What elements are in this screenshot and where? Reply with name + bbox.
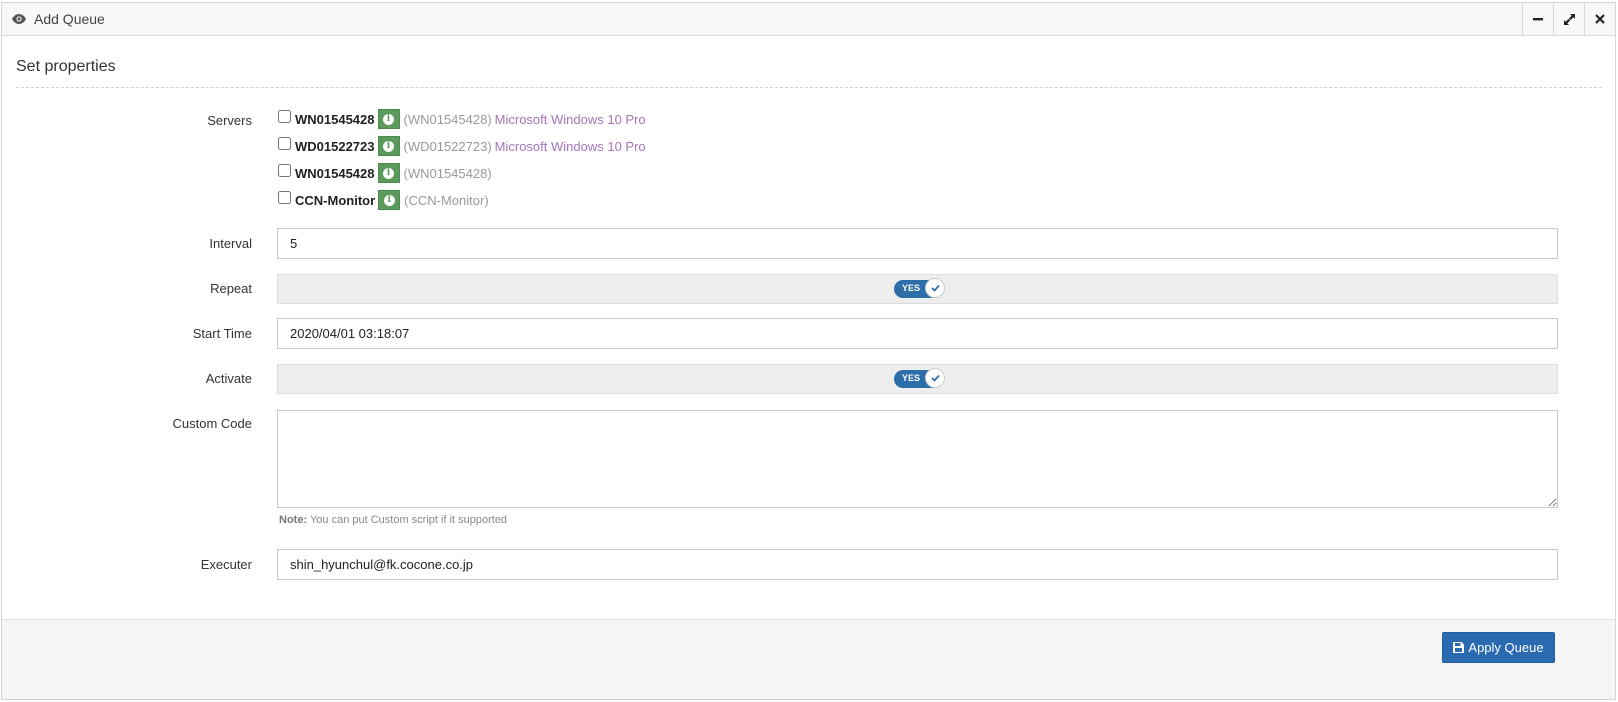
apply-queue-label: Apply Queue	[1468, 640, 1544, 655]
section-divider	[16, 87, 1602, 88]
server-item: WD01522723 i (WD01522723) Microsoft Wind…	[278, 135, 646, 157]
server-checkbox[interactable]	[278, 109, 291, 123]
server-id: (CCN-Monitor)	[404, 192, 489, 208]
server-os: Microsoft Windows 10 Pro	[494, 138, 646, 154]
server-id: (WD01522723)	[403, 138, 492, 154]
repeat-toggle-bar: YES	[277, 274, 1558, 304]
apply-queue-button[interactable]: Apply Queue	[1442, 632, 1555, 663]
info-icon: i	[383, 194, 395, 206]
servers-label: Servers	[207, 113, 252, 128]
activate-toggle[interactable]: YES	[894, 368, 945, 388]
server-item: WN01545428 i (WN01545428) Microsoft Wind…	[278, 108, 646, 130]
expand-icon	[1563, 13, 1575, 25]
repeat-toggle-label: YES	[902, 283, 921, 293]
server-id: (WN01545428)	[403, 165, 492, 181]
interval-input[interactable]: 5	[277, 228, 1558, 259]
server-name: WD01522723	[295, 138, 375, 154]
server-info-button[interactable]: i	[377, 109, 400, 129]
info-icon: i	[383, 140, 394, 152]
server-name: WN01545428	[295, 111, 375, 127]
activate-label: Activate	[205, 371, 252, 386]
panel-footer: Apply Queue	[2, 619, 1615, 699]
save-icon	[1453, 642, 1465, 653]
info-icon: i	[383, 113, 394, 125]
interval-label: Interval	[209, 236, 252, 251]
server-info-button[interactable]: i	[378, 190, 401, 210]
server-name: CCN-Monitor	[295, 192, 376, 208]
panel-header: Add Queue	[2, 3, 1615, 36]
server-checkbox[interactable]	[278, 136, 291, 150]
repeat-label: Repeat	[210, 281, 252, 296]
custom-code-label: Custom Code	[172, 416, 252, 431]
server-info-button[interactable]: i	[377, 136, 400, 156]
section-title: Set properties	[16, 58, 116, 75]
note-text: You can put Custom script if it supporte…	[307, 514, 508, 526]
server-info-button[interactable]: i	[377, 163, 400, 183]
eye-icon	[12, 14, 26, 24]
server-id: (WN01545428)	[403, 111, 492, 127]
custom-code-textarea[interactable]	[277, 410, 1558, 508]
panel-title-text: Add Queue	[34, 11, 105, 27]
info-icon: i	[383, 167, 394, 179]
server-checkbox[interactable]	[278, 190, 291, 204]
server-item: CCN-Monitor i (CCN-Monitor)	[278, 189, 489, 211]
check-icon	[925, 368, 945, 388]
server-item: WN01545428 i (WN01545428)	[278, 162, 492, 184]
start-time-input[interactable]: 2020/04/01 03:18:07	[277, 318, 1558, 349]
check-icon	[925, 278, 945, 298]
repeat-toggle[interactable]: YES	[894, 278, 945, 298]
activate-toggle-bar: YES	[277, 364, 1558, 394]
executer-label: Executer	[200, 557, 252, 572]
server-os: Microsoft Windows 10 Pro	[494, 111, 646, 127]
expand-button[interactable]	[1553, 3, 1584, 35]
server-checkbox[interactable]	[278, 163, 291, 177]
start-time-label: Start Time	[192, 326, 252, 341]
server-name: WN01545428	[295, 165, 375, 181]
custom-code-note: Note: You can put Custom script if it su…	[279, 514, 507, 526]
close-button[interactable]	[1584, 3, 1615, 35]
note-prefix: Note:	[279, 514, 308, 526]
panel-title: Add Queue	[12, 11, 105, 27]
add-queue-panel: Add Queue Set properties Servers WN01545…	[1, 2, 1616, 700]
activate-toggle-label: YES	[902, 373, 921, 383]
minimize-button[interactable]	[1522, 3, 1553, 35]
minimize-icon	[1533, 18, 1543, 21]
close-icon	[1595, 14, 1605, 24]
executer-input[interactable]: shin_hyunchul@fk.cocone.co.jp	[277, 549, 1558, 580]
